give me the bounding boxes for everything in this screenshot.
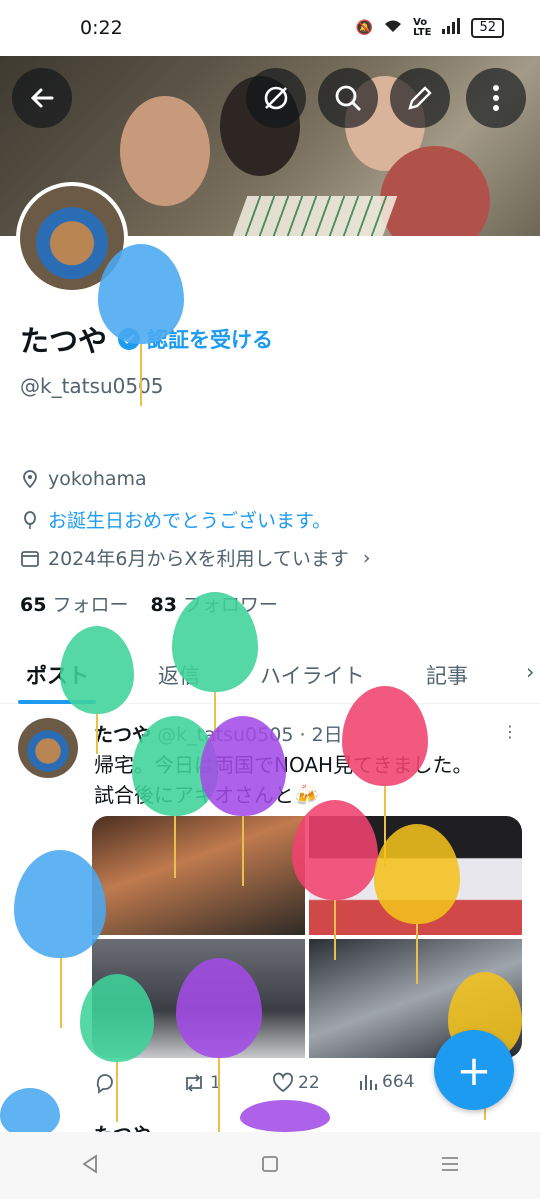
pencil-icon [408,86,432,110]
battery-indicator: 52 [471,18,504,38]
balloon-decoration [200,716,286,886]
signal-icon [441,18,461,38]
tab-articles[interactable]: 記事 [426,660,468,690]
edit-button[interactable] [390,68,450,128]
more-vertical-icon [493,85,499,111]
chevron-right-icon: › [362,546,371,569]
plus-icon: + [456,1045,492,1095]
views-count: 664 [382,1072,415,1092]
post-avatar[interactable] [18,718,78,778]
reply-icon [96,1074,113,1094]
following-count: 65 [20,594,47,616]
joined-text: 2024年6月からXを利用しています [48,548,349,570]
views-button[interactable]: 664 [358,1072,414,1092]
calendar-icon [21,550,39,567]
balloon-decoration [80,974,154,1122]
search-icon [335,85,361,111]
like-button[interactable]: 22 [272,1072,320,1094]
status-time: 0:22 [80,17,123,39]
balloon-decoration [176,958,262,1132]
status-bar: 0:22 🔕 Vo LTE 52 [0,0,540,56]
balloon-decoration [172,592,258,742]
tabs-scroll-chevron-icon[interactable]: › [526,660,534,684]
balloon-decoration [0,1088,60,1138]
heart-icon [272,1072,294,1093]
following-label: フォロー [52,594,129,616]
system-nav-bar [0,1132,540,1199]
volte-icon: Vo LTE [413,17,432,38]
views-chart-icon [360,1075,377,1090]
back-arrow-icon [30,88,54,108]
back-button[interactable] [12,68,72,128]
birthday-text: お誕生日おめでとうございます。 [48,510,332,532]
nav-back-icon[interactable] [79,1153,101,1179]
reply-button[interactable] [94,1072,116,1094]
slashed-circle-icon [264,86,288,110]
nav-recents-icon[interactable] [439,1153,461,1179]
location-pin-icon [23,470,37,489]
post-photo[interactable] [92,816,305,935]
nav-home-icon[interactable] [259,1153,281,1179]
mute-account-button[interactable] [246,68,306,128]
status-icons: 🔕 Vo LTE 52 [356,18,504,38]
more-options-button[interactable] [466,68,526,128]
birthday-row: お誕生日おめでとうございます。 [20,506,331,533]
like-count: 22 [298,1073,320,1093]
balloon-decoration [342,686,428,866]
following-link[interactable]: 65 フォロー [20,590,128,617]
location-text: yokohama [48,468,147,490]
balloon-icon [24,510,36,529]
post-more-icon[interactable]: ⋮ [500,722,520,741]
compose-post-button[interactable]: + [434,1030,514,1110]
mute-icon: 🔕 [355,20,374,36]
location-row: yokohama [20,468,147,490]
balloon-decoration [374,824,460,984]
balloon-decoration [240,1100,330,1132]
balloon-decoration [292,800,378,960]
wifi-icon [383,18,403,38]
repost-button[interactable]: 1 [182,1072,221,1094]
profile-name: たつや [20,324,108,358]
search-button[interactable] [318,68,378,128]
balloon-decoration [14,850,106,1028]
balloon-decoration [98,244,184,406]
repost-icon [186,1074,202,1092]
joined-row[interactable]: 2024年6月からXを利用しています › [20,544,371,571]
balloon-decoration [60,626,134,754]
